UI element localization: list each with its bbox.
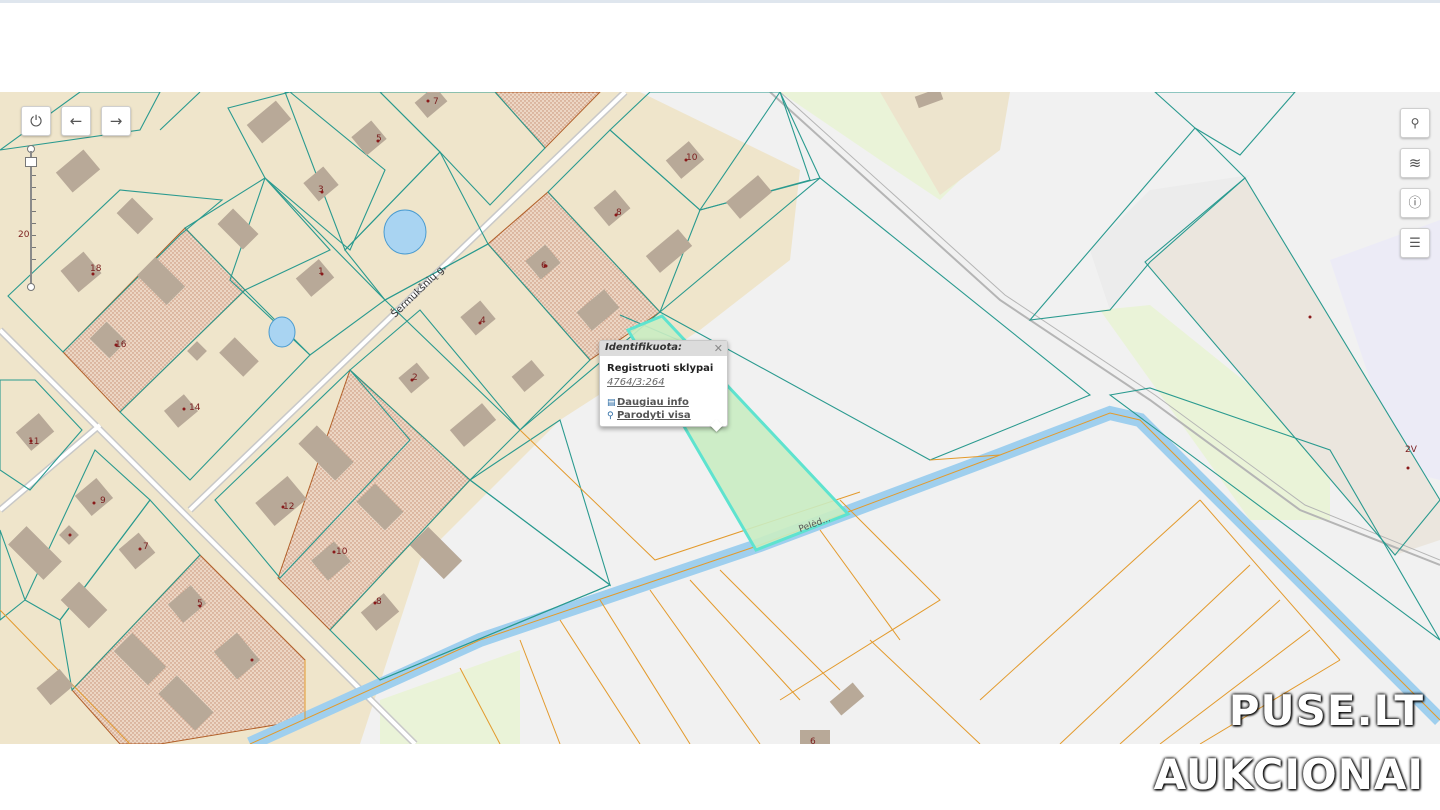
magnifier-icon: ⚲ <box>607 411 614 421</box>
info-button[interactable]: ⓘ <box>1400 188 1430 218</box>
parcel-number: 14 <box>189 403 201 413</box>
arrow-left-icon: ← <box>69 111 83 130</box>
parcel-number: 6 <box>810 737 816 744</box>
zoom-tick <box>32 247 36 248</box>
parcel-number: 4 <box>480 316 486 326</box>
power-button[interactable]: ⏻ <box>21 106 51 136</box>
map-view[interactable]: Šermukšnių g. Pelėd... 7 5 3 1 10 8 6 4 … <box>0 92 1440 744</box>
popup-layer-name: Registruoti sklypai <box>607 363 714 374</box>
document-icon: ▤ <box>607 398 616 408</box>
search-icon: ⚲ <box>1410 116 1420 130</box>
parcel-number: 5 <box>197 599 203 609</box>
watermark-line-2: AUKCIONAI <box>1153 750 1424 799</box>
zoom-tick <box>32 187 36 188</box>
zoom-tick <box>32 259 36 260</box>
info-icon: ⓘ <box>1408 195 1422 211</box>
zoom-handle[interactable] <box>25 157 37 167</box>
show-all-link[interactable]: ⚲ Parodyti visa <box>607 410 691 421</box>
pond <box>268 316 296 348</box>
parcel-number: 8 <box>376 597 382 607</box>
layers-button[interactable]: ≋ <box>1400 148 1430 178</box>
parcel-number: 1 <box>318 267 324 277</box>
parcel-number: 3 <box>318 185 324 195</box>
parcel-number: 10 <box>336 547 348 557</box>
parcel-number: 5 <box>376 134 382 144</box>
close-icon[interactable]: ✕ <box>714 342 723 355</box>
zoom-slider[interactable] <box>24 145 38 293</box>
parcel-number: 7 <box>433 97 439 107</box>
watermark-line-1: PUSE.LT <box>1228 686 1424 735</box>
zoom-tick <box>32 235 36 236</box>
parcel-number: 18 <box>90 264 102 274</box>
zoom-out-end[interactable] <box>27 283 35 291</box>
back-button[interactable]: ← <box>61 106 91 136</box>
parcel-number: 8 <box>616 208 622 218</box>
more-info-link[interactable]: ▤Daugiau info <box>607 397 689 408</box>
search-button[interactable]: ⚲ <box>1400 108 1430 138</box>
layers-icon: ≋ <box>1408 153 1422 172</box>
forward-button[interactable]: → <box>101 106 131 136</box>
show-all-label: Parodyti visa <box>617 410 691 421</box>
parcel-id-link[interactable]: 4764/3:264 <box>607 377 665 388</box>
legend-icon: ☰ <box>1409 235 1421 251</box>
parcel-number: 11 <box>28 437 39 447</box>
top-border <box>0 0 1440 3</box>
legend-button[interactable]: ☰ <box>1400 228 1430 258</box>
more-info-label: Daugiau info <box>617 397 689 408</box>
parcel-number: 2V <box>1405 445 1418 455</box>
zoom-tick <box>32 199 36 200</box>
parcel-number: 7 <box>143 542 149 552</box>
identify-popup: Identifikuota: ✕ Registruoti sklypai 476… <box>599 340 728 432</box>
parcel-number: 2 <box>412 373 418 383</box>
parcel-number: 9 <box>100 496 106 506</box>
parcel-number: 10 <box>686 153 698 163</box>
parcel-number: 12 <box>283 502 294 512</box>
pond <box>383 209 427 255</box>
zoom-track <box>30 151 32 287</box>
zoom-tick <box>32 223 36 224</box>
power-icon: ⏻ <box>30 111 42 130</box>
zoom-tick <box>32 211 36 212</box>
zoom-tick <box>32 175 36 176</box>
popup-title: Identifikuota: <box>600 341 727 356</box>
arrow-right-icon: → <box>109 111 123 130</box>
